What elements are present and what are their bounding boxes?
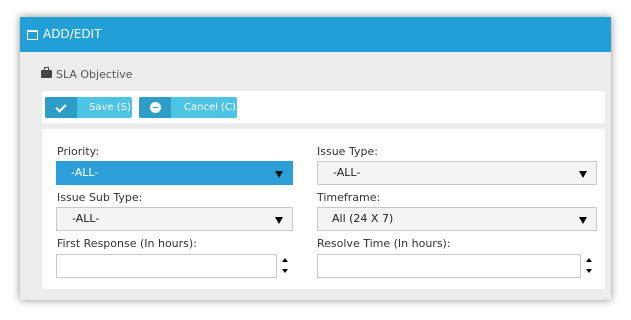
section-title: SLA Objective: [41, 67, 133, 81]
add-edit-panel: ADD/EDIT SLA Objective Save (S) Cancel (…: [20, 17, 611, 300]
timeframe-label: Timeframe:: [317, 191, 381, 204]
form-area: Priority: -ALL- Issue Type: -ALL- Issue …: [42, 129, 605, 289]
toolbar: Save (S) Cancel (C): [42, 91, 605, 123]
first-response-label: First Response (In hours):: [57, 237, 197, 250]
issue-sub-type-select[interactable]: -ALL-: [56, 207, 293, 231]
cancel-button-label: Cancel (C): [184, 102, 236, 113]
first-response-stepper[interactable]: [280, 255, 290, 277]
priority-value: -ALL-: [71, 166, 99, 179]
timeframe-select[interactable]: All (24 X 7): [317, 207, 597, 231]
briefcase-icon: [41, 67, 52, 78]
issue-sub-type-value: -ALL-: [72, 212, 100, 225]
minus-circle-icon: [139, 97, 171, 118]
save-button[interactable]: Save (S): [45, 97, 132, 118]
panel-title: ADD/EDIT: [43, 27, 102, 41]
resolve-time-label: Resolve Time (In hours):: [317, 237, 451, 250]
resolve-time-stepper[interactable]: [584, 255, 594, 277]
issue-type-select[interactable]: -ALL-: [317, 161, 597, 185]
stepper-down-icon: [586, 269, 592, 273]
section-title-label: SLA Objective: [56, 68, 133, 81]
first-response-input[interactable]: [56, 254, 277, 278]
panel-header: ADD/EDIT: [20, 17, 611, 52]
chevron-down-icon: [579, 217, 587, 224]
issue-type-label: Issue Type:: [317, 145, 378, 158]
check-icon: [45, 97, 77, 118]
window-icon: [27, 30, 38, 40]
stepper-up-icon: [586, 258, 592, 262]
chevron-down-icon: [275, 171, 283, 178]
stepper-up-icon: [282, 258, 288, 262]
chevron-down-icon: [579, 171, 587, 178]
chevron-down-icon: [275, 217, 283, 224]
issue-sub-type-label: Issue Sub Type:: [57, 191, 143, 204]
save-button-label: Save (S): [89, 102, 131, 113]
stepper-down-icon: [282, 269, 288, 273]
resolve-time-input[interactable]: [317, 254, 581, 278]
priority-select[interactable]: -ALL-: [56, 161, 293, 185]
timeframe-value: All (24 X 7): [332, 212, 394, 225]
priority-label: Priority:: [57, 145, 100, 158]
cancel-button[interactable]: Cancel (C): [139, 97, 237, 118]
issue-type-value: -ALL-: [333, 166, 361, 179]
